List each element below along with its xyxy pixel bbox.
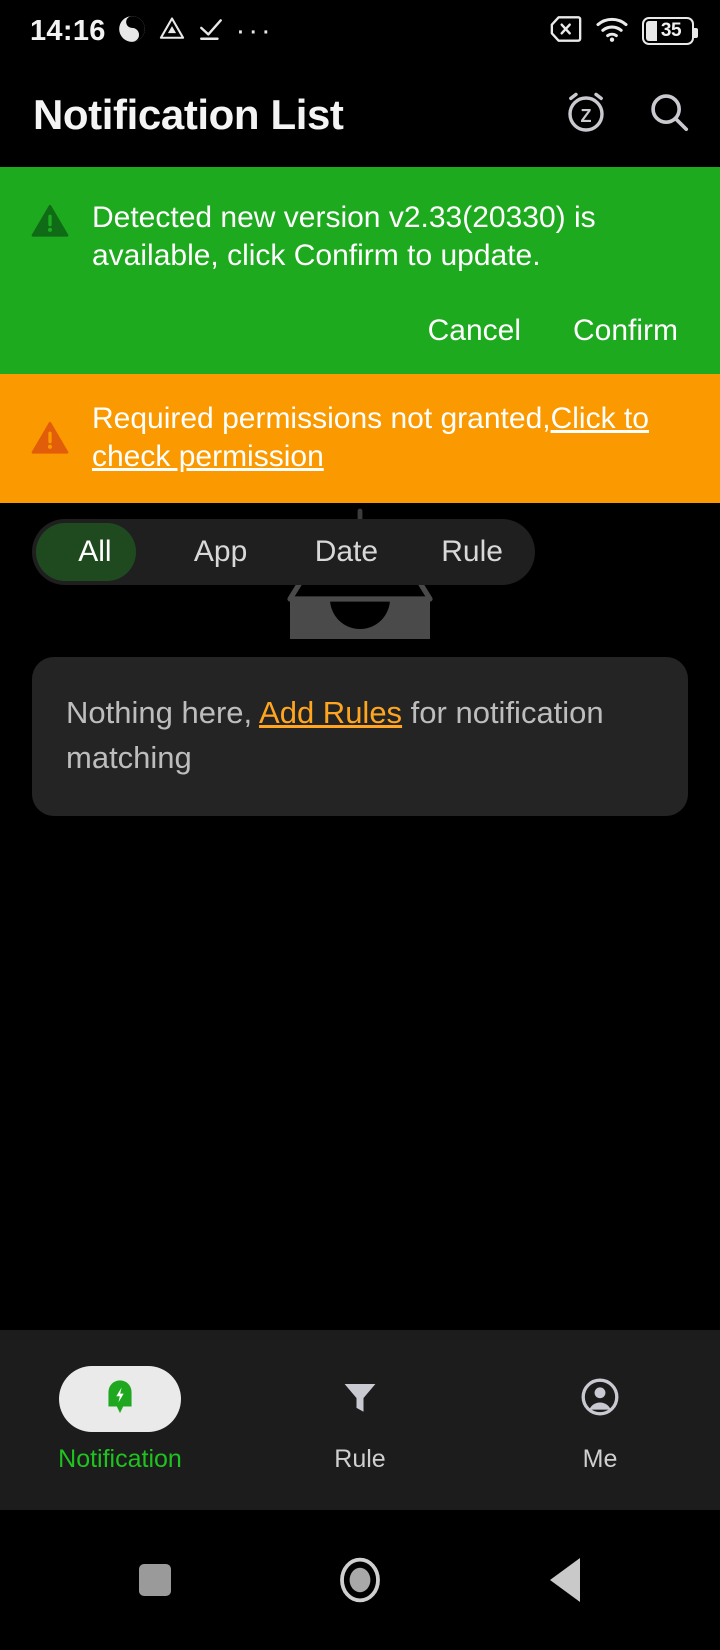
status-bar: 14:16 ··· 35	[0, 0, 720, 62]
empty-state-text-before: Nothing here,	[66, 694, 260, 730]
battery-level-label: 35	[660, 20, 682, 41]
bell-lightning-icon	[99, 1376, 141, 1423]
tab-date[interactable]: Date	[284, 519, 410, 585]
bottom-navigation: Notification Rule Me	[0, 1330, 720, 1510]
page-title: Notification List	[33, 90, 344, 138]
triangle-app-icon	[158, 15, 186, 48]
svg-text:Z: Z	[581, 106, 592, 126]
empty-state-card: Nothing here, Add Rules for notification…	[32, 656, 688, 817]
download-check-icon	[198, 16, 224, 47]
status-bar-left: 14:16 ···	[30, 15, 274, 48]
alarm-snooze-icon[interactable]: Z	[562, 88, 610, 141]
account-circle-icon	[579, 1376, 621, 1423]
notification-tab-pill	[59, 1366, 181, 1432]
update-banner: Detected new version v2.33(20330) is ava…	[0, 167, 720, 374]
status-bar-clock: 14:16	[30, 14, 106, 47]
system-navigation-bar	[0, 1510, 720, 1650]
app-header: Notification List Z	[0, 62, 720, 167]
filter-tabs: All App Date Rule	[32, 518, 535, 585]
header-actions: Z	[562, 88, 692, 141]
update-banner-message: Detected new version v2.33(20330) is ava…	[92, 201, 596, 273]
wifi-icon	[595, 15, 629, 48]
nav-item-rule[interactable]: Rule	[240, 1366, 480, 1474]
cancel-button[interactable]: Cancel	[428, 314, 521, 348]
tab-app[interactable]: App	[158, 519, 284, 585]
content-area: All App Date Rule Nothing here, Add Rule…	[0, 503, 720, 817]
confirm-button[interactable]: Confirm	[573, 314, 678, 348]
tab-rule[interactable]: Rule	[409, 519, 535, 585]
me-tab-icon-wrap	[539, 1366, 661, 1432]
nav-item-me[interactable]: Me	[480, 1366, 720, 1474]
filter-tabs-container: All App Date Rule	[0, 503, 720, 585]
status-bar-overflow-icon: ···	[235, 15, 274, 47]
update-banner-actions: Cancel Confirm	[30, 314, 690, 348]
nav-item-notification[interactable]: Notification	[0, 1366, 240, 1474]
warning-triangle-icon	[30, 418, 70, 463]
permission-banner-message: Required permissions not granted,Click t…	[92, 400, 690, 477]
permission-banner-text: Required permissions not granted,	[92, 401, 551, 435]
tab-all[interactable]: All	[32, 519, 158, 585]
filter-funnel-icon	[339, 1376, 381, 1423]
nav-label-notification: Notification	[58, 1445, 182, 1473]
battery-indicator: 35	[642, 17, 698, 45]
square-recents-icon[interactable]	[120, 1545, 190, 1615]
search-icon[interactable]	[646, 89, 692, 140]
phone-screen: 14:16 ··· 35 Notification List Z Detecte…	[0, 0, 720, 1650]
warning-triangle-icon	[30, 201, 70, 246]
app-badge-icon	[118, 15, 146, 48]
permission-banner[interactable]: Required permissions not granted,Click t…	[0, 373, 720, 503]
add-rules-link[interactable]: Add Rules	[259, 695, 402, 730]
nav-label-rule: Rule	[334, 1445, 386, 1473]
empty-state-message: Nothing here, Add Rules for notification…	[66, 691, 654, 781]
triangle-back-icon[interactable]	[530, 1545, 600, 1615]
sim-card-disabled-icon	[550, 15, 582, 48]
status-bar-right: 35	[550, 15, 698, 48]
nav-label-me: Me	[582, 1445, 618, 1473]
rule-tab-icon-wrap	[299, 1366, 421, 1432]
circle-home-icon[interactable]	[325, 1545, 395, 1615]
